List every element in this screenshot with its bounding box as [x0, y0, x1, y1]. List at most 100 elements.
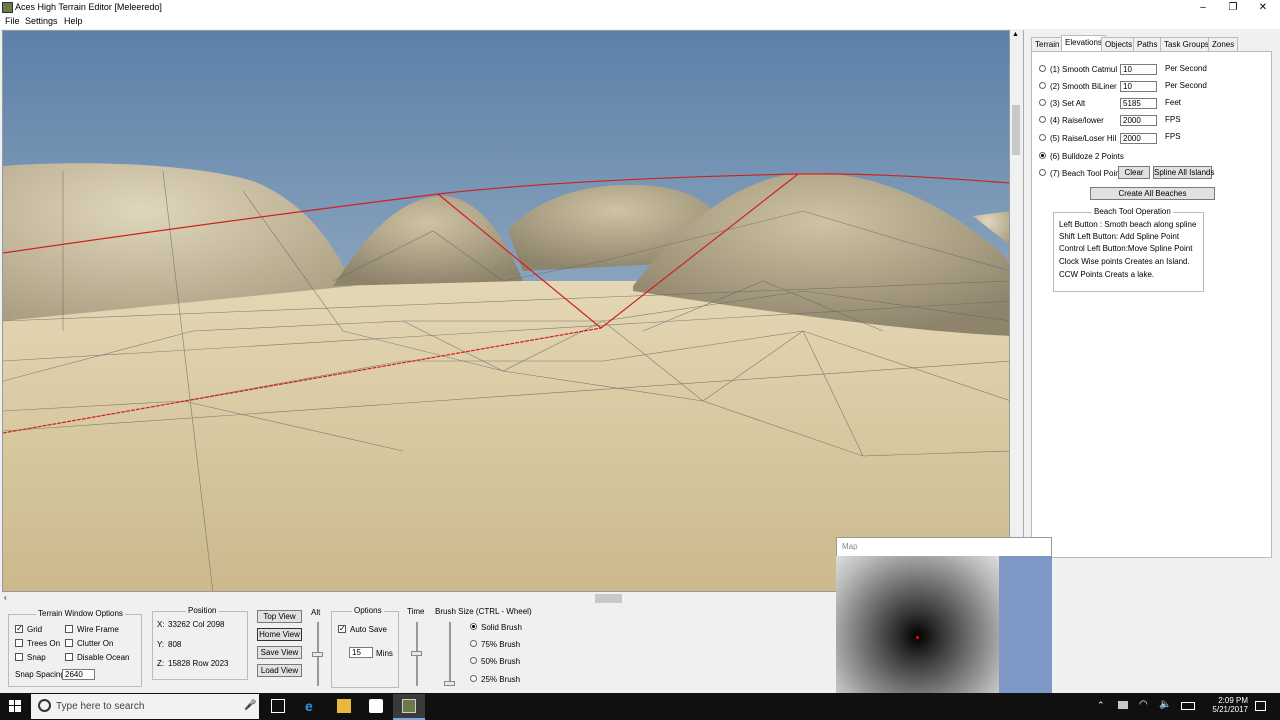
disable-ocean-checkbox[interactable]: [65, 653, 73, 661]
mode-5-unit: FPS: [1165, 132, 1181, 141]
snap-checkbox[interactable]: [15, 653, 23, 661]
mode-5-value-field[interactable]: 2000: [1120, 133, 1157, 144]
horizontal-scroll-thumb[interactable]: [595, 594, 622, 603]
wifi-icon[interactable]: ◠: [1139, 699, 1148, 710]
mode-1-radio[interactable]: [1039, 65, 1046, 72]
tab-zones[interactable]: Zones: [1208, 37, 1239, 51]
time-slider-thumb[interactable]: [411, 651, 422, 656]
position-x-value: 33262 Col 2098: [168, 620, 225, 629]
mode-4-value-field[interactable]: 2000: [1120, 115, 1157, 126]
mins-label: Mins: [376, 649, 393, 658]
action-center-icon[interactable]: [1255, 701, 1266, 711]
brush-25-label: 25% Brush: [481, 675, 521, 684]
clutter-on-checkbox[interactable]: [65, 639, 73, 647]
mode-3-radio[interactable]: [1039, 99, 1046, 106]
home-view-button[interactable]: Home View: [257, 628, 302, 641]
disable-ocean-label: Disable Ocean: [77, 653, 130, 662]
auto-save-label: Auto Save: [350, 625, 387, 634]
menu-bar: [0, 15, 1280, 29]
position-x-label: X:: [157, 620, 165, 629]
minimize-button[interactable]: –: [1188, 0, 1218, 15]
mode-1-label: (1) Smooth Catmul: [1050, 65, 1118, 74]
alt-slider-thumb[interactable]: [312, 652, 323, 657]
windows-start-icon[interactable]: [9, 700, 21, 712]
microphone-icon[interactable]: 🎤: [244, 700, 256, 711]
trees-on-label: Trees On: [27, 639, 61, 648]
menu-file[interactable]: File: [5, 16, 20, 26]
mode-1-unit: Per Second: [1165, 64, 1207, 73]
scroll-up-arrow-icon[interactable]: ▲: [1012, 31, 1019, 38]
beach-tool-group-title: Beach Tool Operation: [1092, 207, 1173, 216]
clock-date: 5/21/2017: [1212, 705, 1248, 714]
wire-frame-label: Wire Frame: [77, 625, 119, 634]
clear-button[interactable]: Clear: [1118, 166, 1150, 179]
auto-save-checkbox[interactable]: ✓: [338, 625, 346, 633]
mode-1-value-field[interactable]: 10: [1120, 64, 1157, 75]
taskbar-clock[interactable]: 2:09 PM 5/21/2017: [1200, 696, 1248, 714]
save-view-button[interactable]: Save View: [257, 646, 302, 659]
edge-browser-icon[interactable]: e: [305, 699, 319, 713]
trees-on-checkbox[interactable]: [15, 639, 23, 647]
cortana-circle-icon: [38, 699, 51, 712]
terrain-window-options-title: Terrain Window Options: [36, 609, 125, 618]
menu-settings[interactable]: Settings: [25, 16, 58, 26]
tab-terrain[interactable]: Terrain: [1031, 37, 1064, 51]
snap-spacing-label: Snap Spacing: [15, 670, 65, 679]
snap-label: Snap: [27, 653, 46, 662]
tab-task-groups[interactable]: Task Groups: [1160, 37, 1213, 51]
taskbar-search-placeholder: Type here to search: [56, 701, 145, 712]
store-icon[interactable]: [369, 699, 383, 713]
mode-2-value-field[interactable]: 10: [1120, 81, 1157, 92]
beach-help-line: CCW Points Creats a lake.: [1059, 270, 1155, 279]
maximize-button[interactable]: ❐: [1218, 0, 1248, 15]
brush-25-radio[interactable]: [470, 675, 477, 682]
terrain-viewport[interactable]: [2, 30, 1010, 592]
position-title: Position: [186, 606, 219, 615]
brush-75-radio[interactable]: [470, 640, 477, 647]
brush-50-radio[interactable]: [470, 657, 477, 664]
snap-spacing-field[interactable]: 2640: [62, 669, 95, 680]
clutter-on-label: Clutter On: [77, 639, 114, 648]
close-button[interactable]: ✕: [1248, 0, 1278, 15]
top-view-button[interactable]: Top View: [257, 610, 302, 623]
menu-help[interactable]: Help: [64, 16, 83, 26]
auto-save-minutes-field[interactable]: 15: [349, 647, 373, 658]
battery-icon[interactable]: [1118, 701, 1128, 709]
tab-paths[interactable]: Paths: [1133, 37, 1162, 51]
mode-2-label: (2) Smooth BiLiner: [1050, 82, 1117, 91]
beach-help-line: Left Button : Smoth beach along spline: [1059, 220, 1197, 229]
solid-brush-radio[interactable]: [470, 623, 477, 630]
tab-elevations[interactable]: Elevations: [1061, 35, 1106, 51]
map-water: [999, 556, 1052, 694]
mode-5-radio[interactable]: [1039, 134, 1046, 141]
brush-slider-thumb[interactable]: [444, 681, 455, 686]
wire-frame-checkbox[interactable]: [65, 625, 73, 633]
brush-size-title: Brush Size (CTRL - Wheel): [435, 607, 532, 616]
options-title: Options: [352, 606, 384, 615]
window-title: Aces High Terrain Editor [Meleeredo]: [15, 2, 162, 12]
file-explorer-icon[interactable]: [337, 699, 351, 713]
brush-slider-track[interactable]: [449, 622, 451, 686]
task-view-icon[interactable]: [271, 699, 285, 713]
mode-4-label: (4) Raise/lower: [1050, 116, 1104, 125]
mode-2-unit: Per Second: [1165, 81, 1207, 90]
vertical-scroll-thumb[interactable]: [1012, 105, 1020, 155]
tab-objects[interactable]: Objects: [1101, 37, 1137, 51]
map-canvas[interactable]: [836, 556, 999, 694]
mode-6-radio[interactable]: [1039, 152, 1046, 159]
scroll-left-arrow-icon[interactable]: ‹: [4, 593, 7, 602]
mode-4-radio[interactable]: [1039, 116, 1046, 123]
position-z-value: 15828 Row 2023: [168, 659, 229, 668]
spline-all-islands-button[interactable]: Spline All Islands: [1153, 166, 1214, 179]
load-view-button[interactable]: Load View: [257, 664, 302, 677]
create-all-beaches-button[interactable]: Create All Beaches: [1090, 187, 1215, 200]
mode-2-radio[interactable]: [1039, 82, 1046, 89]
mode-7-radio[interactable]: [1039, 169, 1046, 176]
keyboard-icon[interactable]: [1181, 702, 1195, 710]
terrain-scene[interactable]: [3, 31, 1010, 592]
mode-3-value-field[interactable]: 5185: [1120, 98, 1157, 109]
brush-75-label: 75% Brush: [481, 640, 521, 649]
show-hidden-icons-chevron-icon[interactable]: ⌃: [1097, 700, 1105, 711]
volume-icon[interactable]: 🔈: [1159, 699, 1171, 710]
grid-checkbox[interactable]: ✓: [15, 625, 23, 633]
